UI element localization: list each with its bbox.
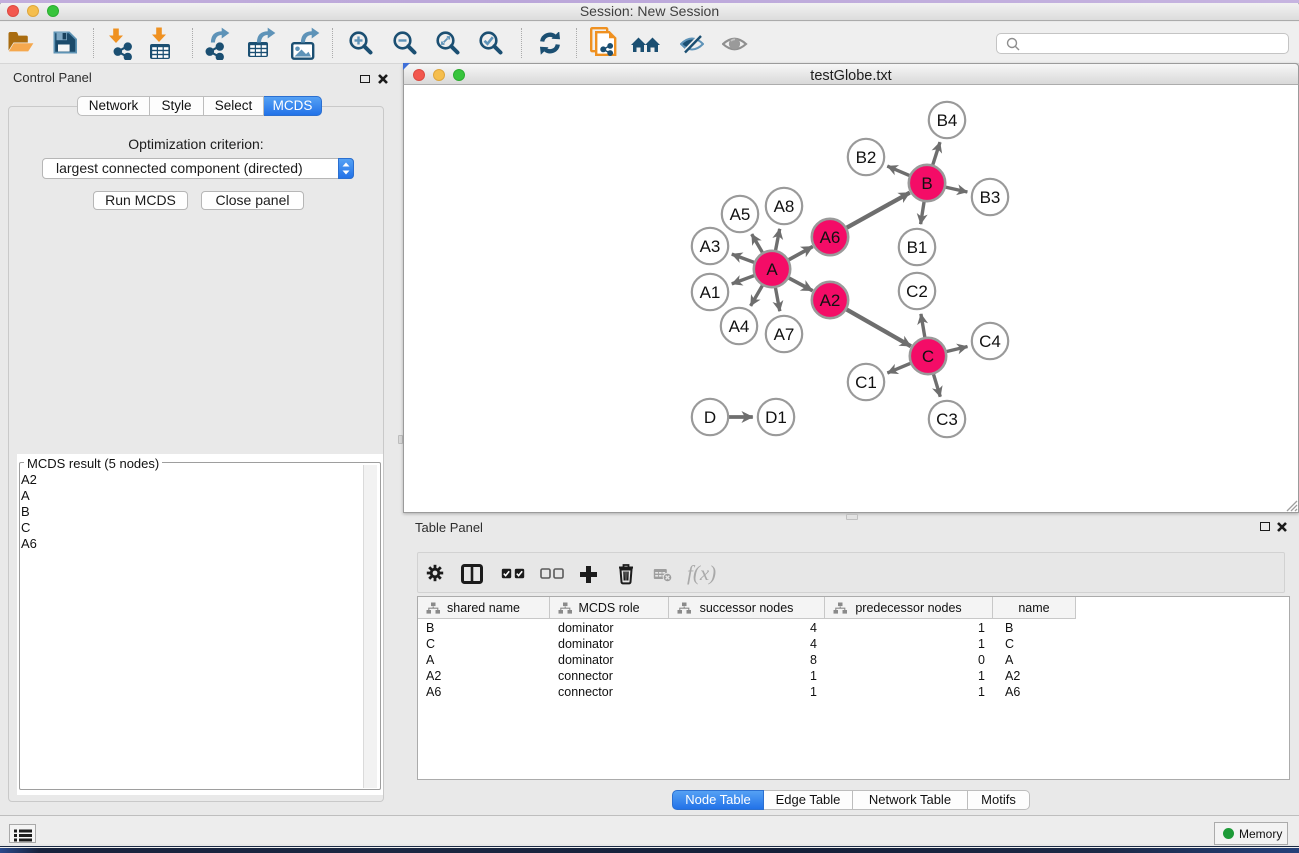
svg-text:A3: A3 — [700, 237, 721, 256]
svg-text:A8: A8 — [774, 197, 795, 216]
svg-text:A4: A4 — [729, 317, 750, 336]
svg-text:C3: C3 — [936, 410, 958, 429]
svg-text:C1: C1 — [855, 373, 877, 392]
svg-text:B: B — [921, 174, 932, 193]
svg-text:C2: C2 — [906, 282, 928, 301]
svg-text:C4: C4 — [979, 332, 1001, 351]
svg-text:D1: D1 — [765, 408, 787, 427]
svg-text:A5: A5 — [730, 205, 751, 224]
svg-text:A2: A2 — [820, 291, 841, 310]
svg-text:A6: A6 — [820, 228, 841, 247]
svg-text:B4: B4 — [937, 111, 958, 130]
svg-text:A: A — [766, 260, 778, 279]
svg-text:B3: B3 — [980, 188, 1001, 207]
svg-text:C: C — [922, 347, 934, 366]
svg-text:D: D — [704, 408, 716, 427]
svg-text:A7: A7 — [774, 325, 795, 344]
svg-text:A1: A1 — [700, 283, 721, 302]
svg-text:B2: B2 — [856, 148, 877, 167]
svg-text:B1: B1 — [907, 238, 928, 257]
